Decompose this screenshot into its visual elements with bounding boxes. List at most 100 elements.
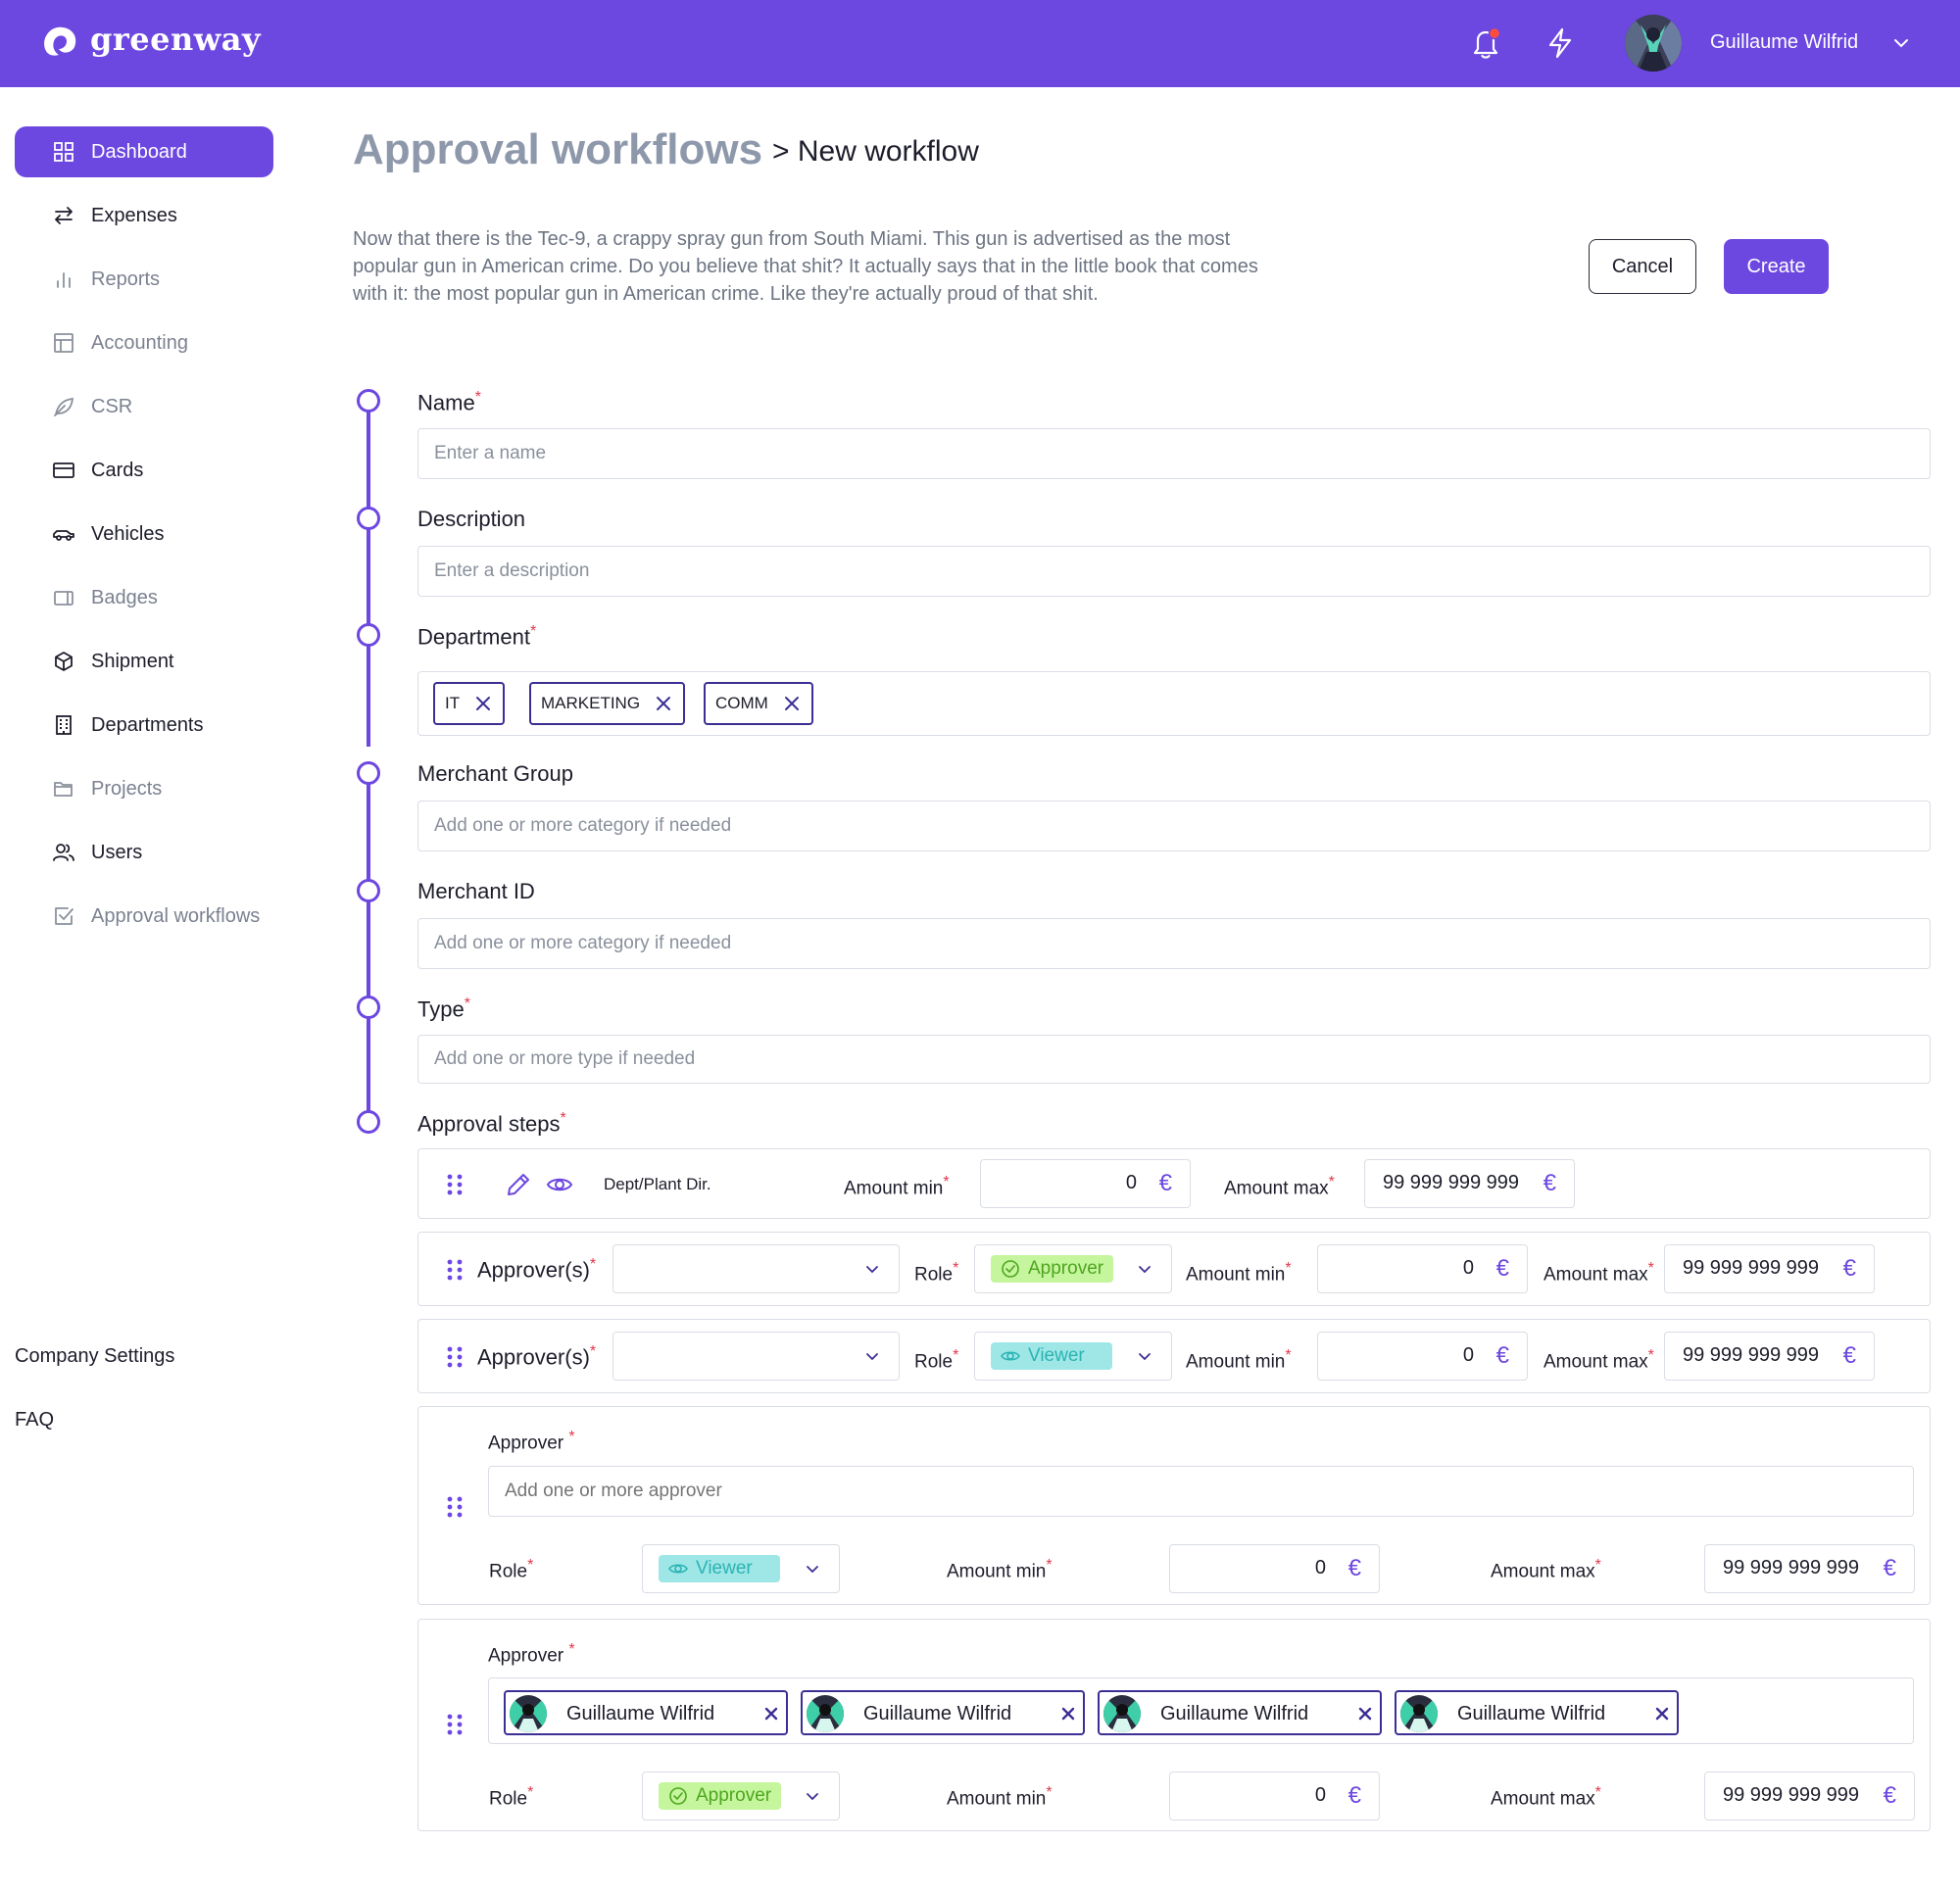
name-label: Name*	[417, 389, 481, 415]
amount-max-label: Amount max*	[1544, 1260, 1654, 1286]
timeline-line	[367, 402, 370, 747]
approvers-select[interactable]	[612, 1332, 900, 1381]
close-icon[interactable]	[782, 694, 802, 713]
sidebar-item-dashboard[interactable]: Dashboard	[15, 126, 273, 177]
sidebar-item-label: CSR	[91, 395, 133, 417]
sidebar-item-expenses[interactable]: Expenses	[15, 190, 273, 241]
name-input[interactable]	[417, 428, 1931, 479]
leaf-icon	[54, 397, 74, 416]
amount-min-input[interactable]: 0 €	[1169, 1772, 1380, 1821]
sidebar-item-projects[interactable]: Projects	[15, 763, 273, 814]
step-name: Dept/Plant Dir.	[604, 1175, 711, 1193]
role-select[interactable]: Viewer	[642, 1544, 840, 1593]
cancel-button[interactable]: Cancel	[1589, 239, 1696, 294]
sidebar-item-vehicles[interactable]: Vehicles	[15, 509, 273, 559]
role-label: Role*	[914, 1260, 959, 1286]
sidebar-item-label: Vehicles	[91, 522, 165, 545]
amount-max-input[interactable]: 99 999 999 999 €	[1664, 1244, 1875, 1293]
company-settings-link[interactable]: Company Settings	[15, 1345, 174, 1368]
amount-min-input[interactable]: 0 €	[1317, 1244, 1528, 1293]
sidebar-item-label: Approval workflows	[91, 904, 261, 927]
approver-input[interactable]	[488, 1466, 1914, 1517]
car-icon	[53, 530, 74, 541]
role-select[interactable]: Approver	[974, 1244, 1172, 1293]
euro-icon: €	[1883, 1782, 1896, 1809]
description-input[interactable]	[417, 546, 1931, 597]
sidebar-item-badges[interactable]: Badges	[15, 572, 273, 623]
role-label: Role*	[489, 1557, 534, 1582]
sidebar-item-approval-workflows[interactable]: Approval workflows	[15, 891, 273, 942]
sidebar-item-label: Departments	[91, 713, 204, 736]
lightning-icon[interactable]	[1539, 22, 1582, 65]
approver-chip: Guillaume Wilfrid	[1098, 1690, 1382, 1735]
amount-max-input[interactable]: 99 999 999 999 €	[1704, 1544, 1915, 1593]
drag-handle-icon[interactable]	[446, 1174, 464, 1195]
grid-icon	[54, 142, 74, 162]
sidebar-item-cards[interactable]: Cards	[15, 445, 273, 496]
amount-max-input[interactable]: 99 999 999 999 €	[1704, 1772, 1915, 1821]
role-badge-approver: Approver	[991, 1255, 1114, 1283]
amount-min-input[interactable]: 0 €	[1169, 1544, 1380, 1593]
sidebar-item-departments[interactable]: Departments	[15, 700, 273, 751]
amount-max-input[interactable]: 99 999 999 999 €	[1364, 1159, 1575, 1208]
drag-handle-icon[interactable]	[446, 1346, 464, 1368]
type-input[interactable]	[417, 1035, 1931, 1084]
merchant-id-label: Merchant ID	[417, 879, 535, 903]
user-name[interactable]: Guillaume Wilfrid	[1710, 31, 1858, 54]
amount-min-input[interactable]: 0 €	[1317, 1332, 1528, 1381]
close-icon[interactable]	[1653, 1705, 1671, 1723]
close-icon[interactable]	[762, 1705, 780, 1723]
close-icon[interactable]	[473, 694, 493, 713]
role-badge-viewer: Viewer	[991, 1342, 1112, 1370]
amount-min-input[interactable]: 0 €	[980, 1159, 1191, 1208]
approvers-select[interactable]	[612, 1244, 900, 1293]
approver-tag-input[interactable]: Guillaume Wilfrid Guillaume Wilfrid Guil…	[488, 1677, 1914, 1744]
department-tag: IT	[433, 682, 506, 725]
drag-handle-icon[interactable]	[446, 1496, 464, 1518]
sidebar-item-label: Reports	[91, 267, 161, 290]
euro-icon: €	[1883, 1555, 1896, 1581]
sidebar-item-label: Users	[91, 841, 143, 863]
amount-max-label: Amount max*	[1491, 1557, 1601, 1582]
sidebar-item-csr[interactable]: CSR	[15, 381, 273, 432]
approval-step-card: Approver(s)* Role* Viewer Amount min* 0 …	[417, 1319, 1931, 1393]
amount-max-label: Amount max*	[1491, 1784, 1601, 1810]
department-tag-input[interactable]: IT MARKETING COMM	[417, 671, 1931, 736]
role-select[interactable]: Viewer	[974, 1332, 1172, 1381]
sidebar-item-users[interactable]: Users	[15, 827, 273, 878]
merchant-id-input[interactable]	[417, 918, 1931, 969]
approvers-label: Approver(s)*	[477, 1343, 597, 1370]
merchant-group-input[interactable]	[417, 801, 1931, 851]
role-select[interactable]: Approver	[642, 1772, 840, 1821]
close-icon[interactable]	[1356, 1705, 1374, 1723]
create-button[interactable]: Create	[1724, 239, 1829, 294]
amount-max-input[interactable]: 99 999 999 999 €	[1664, 1332, 1875, 1381]
role-label: Role*	[914, 1347, 959, 1373]
eye-icon	[668, 1564, 688, 1574]
timeline-dot	[357, 507, 380, 530]
user-avatar[interactable]	[1625, 15, 1682, 72]
eye-icon[interactable]	[546, 1171, 573, 1198]
drag-handle-icon[interactable]	[446, 1259, 464, 1281]
timeline-dot	[357, 623, 380, 647]
approver-chip: Guillaume Wilfrid	[1395, 1690, 1679, 1735]
top-bar: greenway Guillaume Wilfrid	[0, 0, 1960, 87]
sidebar-item-accounting[interactable]: Accounting	[15, 317, 273, 368]
logo[interactable]: greenway	[39, 20, 261, 59]
chevron-down-icon[interactable]	[1889, 31, 1913, 55]
chevron-down-icon	[866, 1266, 878, 1274]
sidebar-item-shipment[interactable]: Shipment	[15, 636, 273, 687]
drag-handle-icon[interactable]	[446, 1714, 464, 1735]
faq-link[interactable]: FAQ	[15, 1409, 54, 1432]
timeline-dot	[357, 1110, 380, 1134]
sidebar-item-reports[interactable]: Reports	[15, 254, 273, 305]
amount-min-label: Amount min*	[1186, 1347, 1292, 1373]
badge-icon	[54, 591, 74, 606]
box-icon	[55, 652, 73, 671]
pencil-icon[interactable]	[505, 1171, 532, 1198]
close-icon[interactable]	[1059, 1705, 1077, 1723]
amount-max-label: Amount max*	[1224, 1174, 1335, 1199]
check-circle-icon	[1002, 1260, 1019, 1278]
notifications-bell-icon[interactable]	[1464, 22, 1507, 65]
close-icon[interactable]	[654, 694, 673, 713]
